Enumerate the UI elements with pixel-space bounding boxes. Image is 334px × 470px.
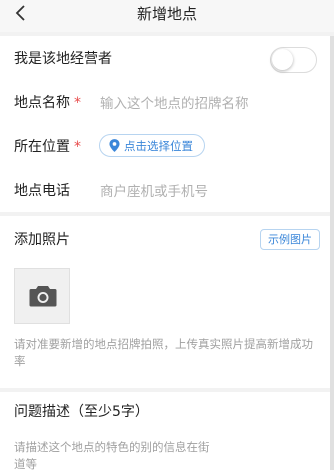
page-title: 新增地点 <box>136 5 197 23</box>
toggle-knob <box>272 49 293 70</box>
required-star: * <box>74 95 81 111</box>
location-row: 所在位置 * 点击选择位置 <box>0 124 330 168</box>
description-title: 问题描述（至少5字） <box>14 404 149 420</box>
select-location-label: 点击选择位置 <box>124 138 193 153</box>
location-pin-icon <box>109 139 120 152</box>
select-location-button[interactable]: 点击选择位置 <box>99 134 205 157</box>
photo-hint: 请对准要新增的地点招牌拍照，上传真实照片提高新增成功率 <box>14 337 313 368</box>
description-input[interactable]: 请描述这个地点的特色的别的信息在街道等 <box>14 439 214 470</box>
name-row: 地点名称 * 输入这个地点的招牌名称 <box>0 80 330 124</box>
scrollbar[interactable] <box>330 36 334 470</box>
phone-input[interactable]: 商户座机或手机号 <box>100 180 208 200</box>
operator-label: 我是该地经营者 <box>14 51 112 67</box>
add-photo-button[interactable] <box>14 268 70 324</box>
description-card: 问题描述（至少5字） 请描述这个地点的特色的别的信息在街道等 <box>0 392 330 470</box>
operator-row: 我是该地经营者 <box>0 36 330 80</box>
location-label: 所在位置 * <box>14 139 81 155</box>
name-input[interactable]: 输入这个地点的招牌名称 <box>100 92 249 112</box>
phone-label: 地点电话 <box>14 183 70 199</box>
example-photo-button[interactable]: 示例图片 <box>260 229 320 250</box>
required-star: * <box>74 139 81 155</box>
phone-row: 地点电话 商户座机或手机号 <box>0 168 330 212</box>
photo-title: 添加照片 <box>14 232 70 248</box>
name-label: 地点名称 * <box>14 95 81 111</box>
camera-icon <box>29 286 57 307</box>
basic-info-card: 我是该地经营者 地点名称 * 输入这个地点的招牌名称 所在位置 * 点击选择位置 地… <box>0 36 330 212</box>
operator-toggle[interactable] <box>270 47 317 73</box>
nav-bar: 新增地点 <box>0 0 334 32</box>
